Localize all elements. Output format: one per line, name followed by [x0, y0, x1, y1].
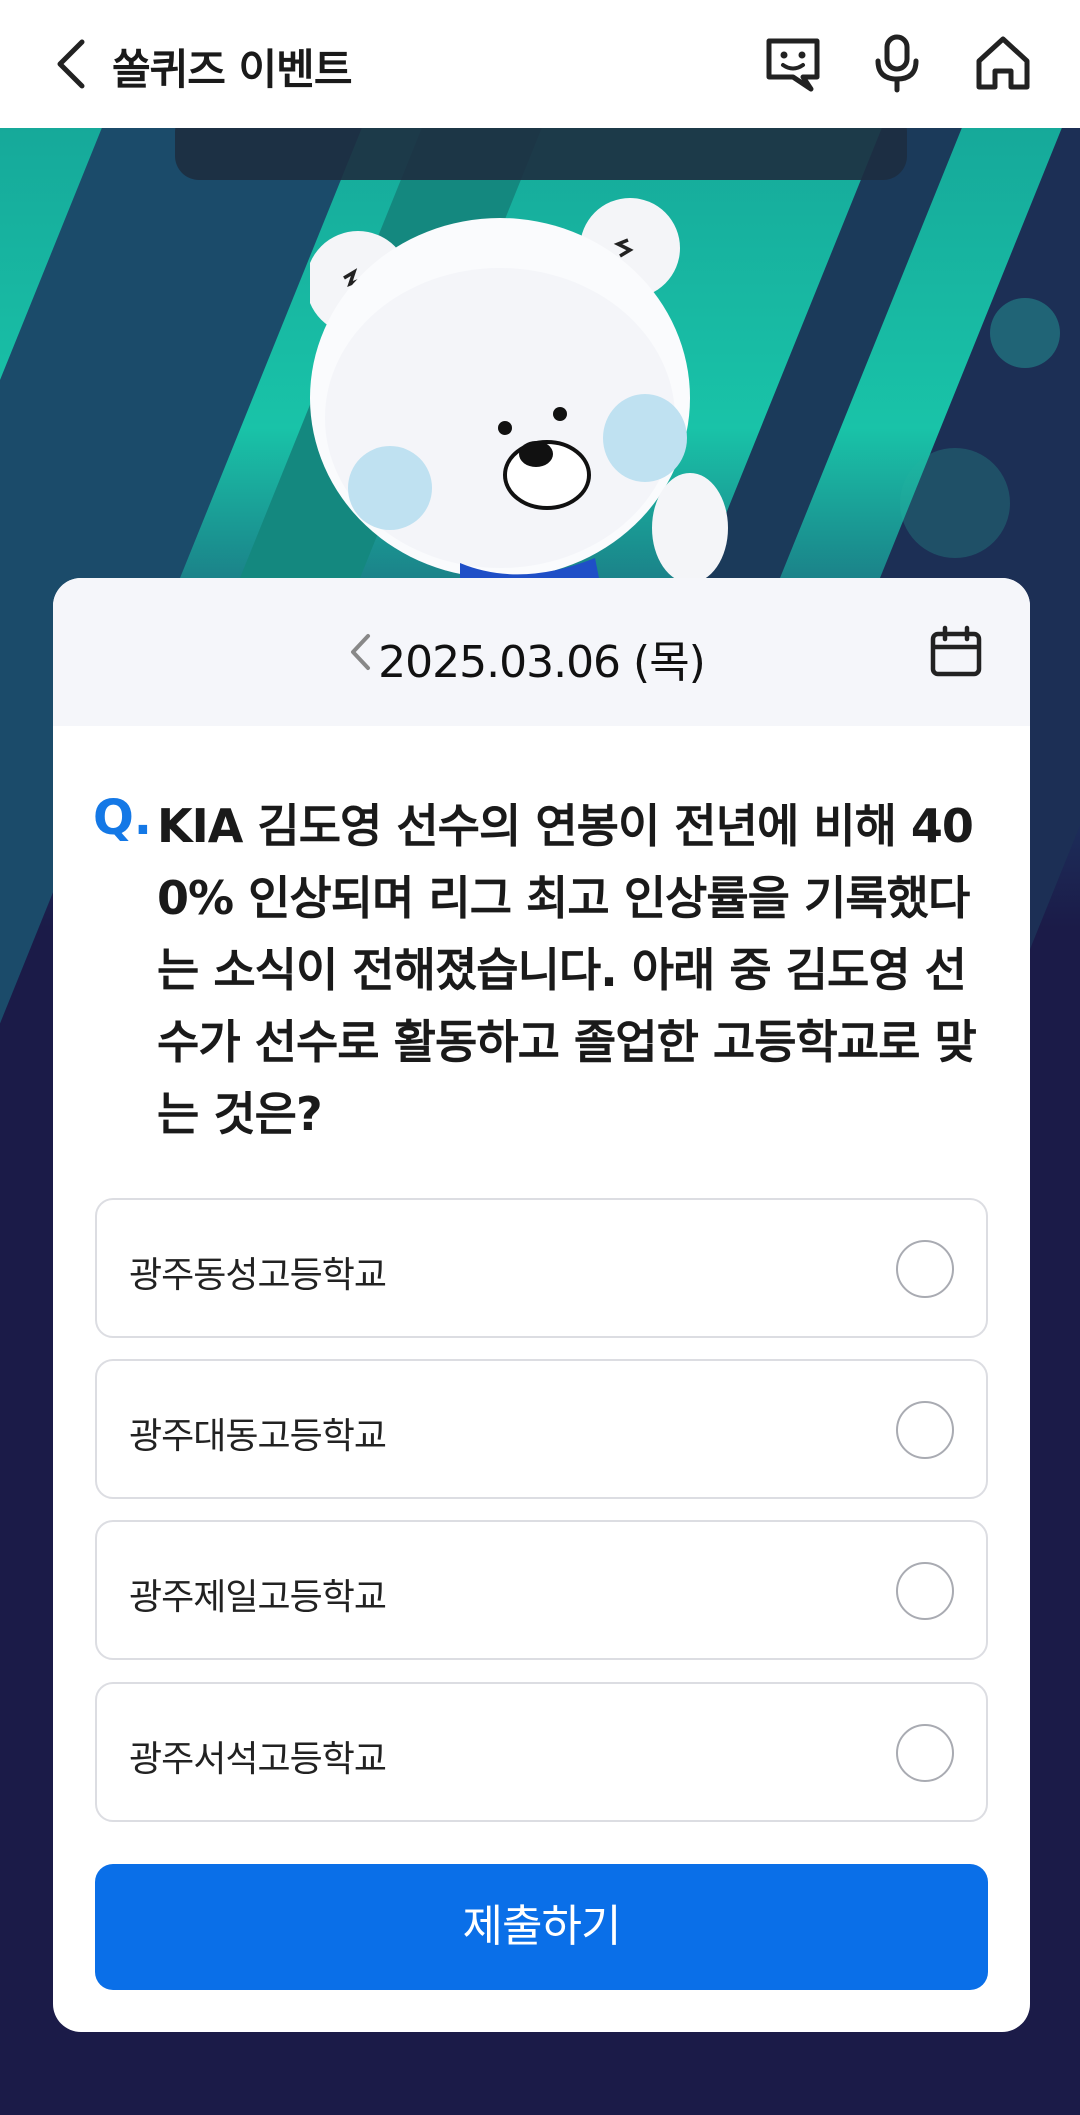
- calendar-icon[interactable]: [926, 622, 986, 682]
- answer-option-label: 광주동성고등학교: [129, 1255, 387, 1296]
- page-title: 쏠퀴즈 이벤트: [112, 45, 352, 94]
- hero-glow: [900, 448, 1010, 558]
- answer-option-label: 광주서석고등학교: [129, 1739, 387, 1780]
- radio-button[interactable]: [896, 1240, 954, 1298]
- question-marker: Q.: [93, 790, 153, 846]
- radio-button[interactable]: [896, 1562, 954, 1620]
- answer-option[interactable]: 광주대동고등학교: [95, 1359, 988, 1499]
- question-text: KIA 김도영 선수의 연봉이 전년에 비해 400% 인상되며 리그 최고 인…: [157, 799, 977, 1141]
- current-date: 2025.03.06 (목): [378, 637, 706, 688]
- submit-button[interactable]: 제출하기: [95, 1864, 988, 1990]
- microphone-icon[interactable]: [864, 30, 930, 96]
- date-selector: 2025.03.06 (목): [53, 578, 1030, 726]
- hero-glow: [990, 298, 1060, 368]
- radio-button[interactable]: [896, 1401, 954, 1459]
- answer-option-label: 광주제일고등학교: [129, 1577, 387, 1618]
- answer-option[interactable]: 광주서석고등학교: [95, 1682, 988, 1822]
- bear-mascot-illustration: [310, 198, 728, 588]
- answer-option[interactable]: 광주제일고등학교: [95, 1520, 988, 1660]
- hero-top-panel: [175, 128, 907, 180]
- app-header: 쏠퀴즈 이벤트: [0, 0, 1080, 128]
- radio-button[interactable]: [896, 1724, 954, 1782]
- home-icon[interactable]: [970, 30, 1036, 96]
- quiz-card: 2025.03.06 (목) Q. KIA 김도영 선수의 연봉이 전년에 비해…: [53, 578, 1030, 2032]
- chatbot-icon[interactable]: [760, 30, 826, 96]
- back-arrow-icon[interactable]: [40, 34, 100, 94]
- answer-option-label: 광주대동고등학교: [129, 1416, 387, 1457]
- answer-option[interactable]: 광주동성고등학교: [95, 1198, 988, 1338]
